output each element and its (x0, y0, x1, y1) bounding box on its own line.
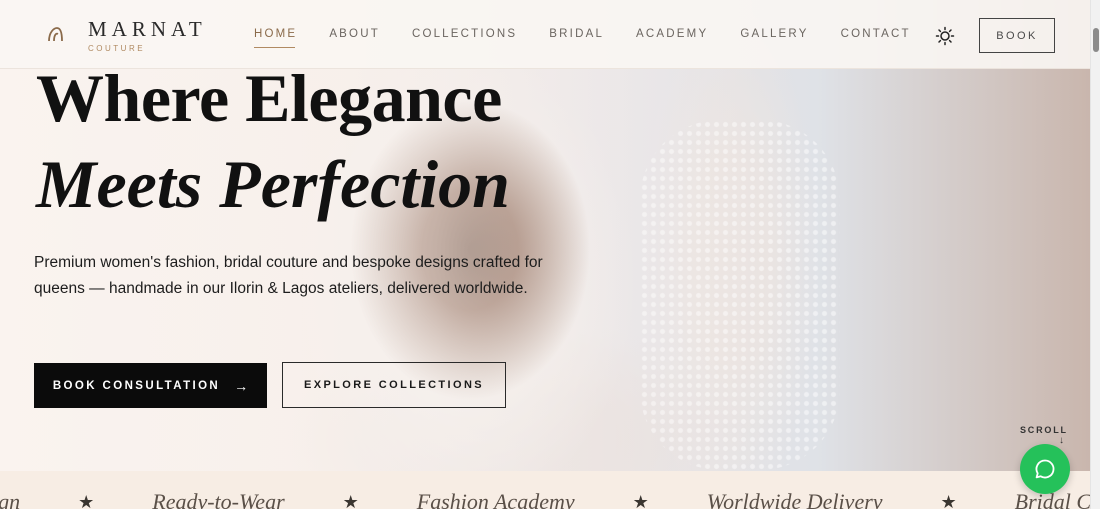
scroll-label: SCROLL (1020, 425, 1068, 435)
explore-collections-button[interactable]: EXPLORE COLLECTIONS (282, 362, 506, 408)
scroll-indicator[interactable]: SCROLL ↓ (1020, 425, 1068, 446)
nav-item-collections[interactable]: COLLECTIONS (412, 28, 517, 46)
star-icon: ★ (940, 491, 957, 509)
brand-tagline: COUTURE (88, 44, 146, 53)
star-icon: ★ (78, 491, 95, 509)
nav-item-gallery[interactable]: GALLERY (740, 28, 808, 46)
whatsapp-icon (1035, 459, 1055, 479)
book-consultation-label: BOOK CONSULTATION (52, 379, 221, 392)
main-nav: HOME ABOUT COLLECTIONS BRIDAL ACADEMY GA… (254, 28, 943, 48)
feature-marquee: ign ★ Ready-to-Wear ★ Fashion Academy ★ … (0, 471, 1090, 509)
hero-title-line1: Where Elegance (36, 60, 502, 136)
star-icon: ★ (632, 491, 649, 509)
page-scrollbar[interactable] (1090, 0, 1100, 509)
site-header: MARNAT COUTURE HOME ABOUT COLLECTIONS BR… (0, 0, 1090, 69)
page-viewport: MARNAT COUTURE HOME ABOUT COLLECTIONS BR… (0, 0, 1090, 509)
nav-item-home[interactable]: HOME (254, 28, 297, 48)
logo-link[interactable]: MARNAT COUTURE (46, 18, 207, 53)
nav-item-about[interactable]: ABOUT (329, 28, 380, 46)
hero-title-line2: Meets Perfection (36, 146, 510, 222)
sun-icon[interactable] (935, 26, 955, 46)
marquee-item: Worldwide Delivery (706, 489, 883, 509)
book-consultation-button[interactable]: BOOK CONSULTATION → (34, 363, 267, 408)
logo-mark-icon (48, 27, 63, 42)
nav-item-contact[interactable]: CONTACT (841, 28, 911, 46)
whatsapp-chat-button[interactable] (1020, 444, 1070, 494)
hero-description: Premium women's fashion, bridal couture … (34, 254, 543, 297)
star-icon: ★ (342, 491, 359, 509)
marquee-item: ign (0, 489, 21, 509)
book-button[interactable]: BOOK (979, 18, 1055, 53)
brand-name: MARNAT (88, 17, 207, 41)
marquee-item: Fashion Academy (416, 489, 575, 509)
nav-item-bridal[interactable]: BRIDAL (549, 28, 604, 46)
arrow-right-icon: → (234, 377, 249, 394)
marquee-item: Ready-to-Wear (152, 489, 285, 509)
nav-item-academy[interactable]: ACADEMY (636, 28, 708, 46)
scrollbar-thumb[interactable] (1093, 28, 1099, 52)
